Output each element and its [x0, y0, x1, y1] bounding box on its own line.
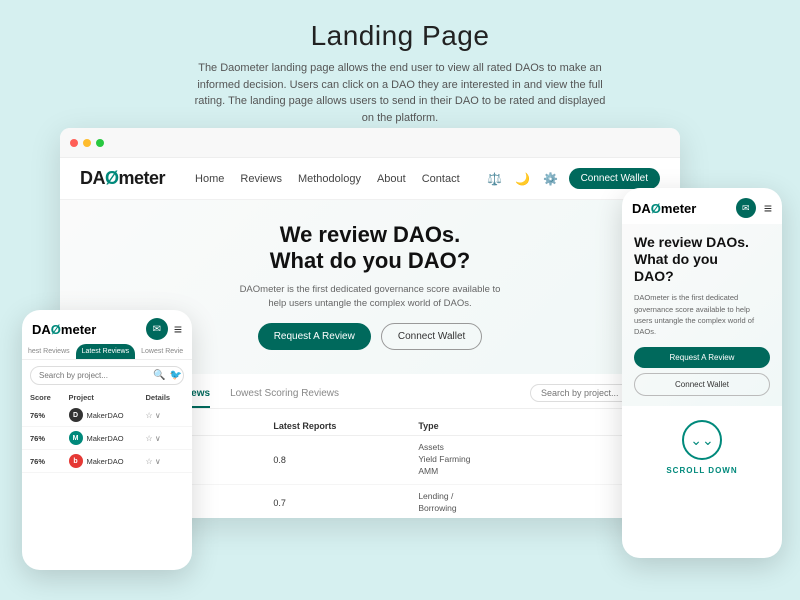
browser-dot-close: [70, 139, 78, 147]
mobile-left-menu-icon[interactable]: ≡: [174, 321, 182, 337]
row-star-2[interactable]: ☆ ∨: [146, 434, 185, 443]
mobile-right-hero: We review DAOs. What do you DAO? DAOmete…: [622, 224, 782, 406]
mobile-right-request-btn[interactable]: Request A Review: [634, 347, 770, 368]
nav-methodology[interactable]: Methodology: [298, 173, 361, 185]
mobile-right-logo: DAØmeter: [632, 201, 732, 216]
connect-wallet-hero-button[interactable]: Connect Wallet: [381, 323, 482, 350]
mobile-right-title: We review DAOs. What do you DAO?: [634, 234, 770, 284]
mobile-left-logo: DAØmeter: [32, 322, 140, 337]
row-icon-1: D: [69, 408, 83, 422]
row-icon-3: b: [69, 454, 83, 468]
search-icon: 🔍: [153, 370, 165, 381]
mobile-left-tabs: hest Reviews Latest Reviews Lowest Revie: [22, 344, 192, 360]
nav-contact[interactable]: Contact: [422, 173, 460, 185]
row-icon-2: M: [69, 431, 83, 445]
site-navbar: DAØmeter Home Reviews Methodology About …: [60, 158, 680, 200]
nav-about[interactable]: About: [377, 173, 406, 185]
browser-dot-fullscreen: [96, 139, 104, 147]
mobile-table-header: Score Project Details: [22, 391, 192, 404]
page-title: Landing Page: [0, 20, 800, 52]
mobile-right-email-icon[interactable]: ✉: [736, 198, 756, 218]
tab-highest[interactable]: hest Reviews: [22, 344, 76, 359]
mobile-left-email-icon[interactable]: ✉: [146, 318, 168, 340]
row-star-1[interactable]: ☆ ∨: [146, 411, 185, 420]
nav-home[interactable]: Home: [195, 173, 224, 185]
tab-lowest[interactable]: Lowest Revie: [135, 344, 189, 359]
mobile-right-mockup: DAØmeter ✉ ≡ We review DAOs. What do you…: [622, 188, 782, 558]
mobile-right-navbar: DAØmeter ✉ ≡: [622, 188, 782, 224]
mobile-right-menu-icon[interactable]: ≡: [764, 200, 772, 216]
scroll-down-area: ⌄⌄ SCROLL DOWN: [622, 406, 782, 483]
page-header: Landing Page The Daometer landing page a…: [0, 0, 800, 138]
chevron-down-icon: ⌄⌄: [690, 433, 713, 447]
mobile-search-input[interactable]: [39, 371, 149, 380]
tab-latest[interactable]: Latest Reviews: [76, 344, 135, 359]
browser-dot-minimize: [83, 139, 91, 147]
hero-title: We review DAOs. What do you DAO?: [80, 222, 660, 275]
scroll-down-label: SCROLL DOWN: [622, 466, 782, 475]
mobile-right-connect-btn[interactable]: Connect Wallet: [634, 373, 770, 396]
row-star-3[interactable]: ☆ ∨: [146, 457, 185, 466]
type-cell: AssetsYield FarmingAMM: [418, 442, 611, 478]
scale-icon: ⚖️: [485, 169, 505, 189]
browser-chrome: [60, 128, 680, 158]
request-review-button[interactable]: Request A Review: [258, 323, 371, 350]
type-cell: Lending /Borrowing: [418, 491, 611, 515]
mobile-right-subtitle: DAOmeter is the first dedicated governan…: [634, 292, 770, 337]
nav-actions: ⚖️ 🌙 ⚙️ Connect Wallet: [485, 168, 660, 189]
mobile-table-row: 76% M MakerDAO ☆ ∨: [22, 427, 192, 450]
mobile-search-bar[interactable]: 🔍 🐦: [30, 366, 184, 385]
hero-subtitle: DAOmeter is the first dedicated governan…: [230, 283, 510, 312]
settings-icon: ⚙️: [541, 169, 561, 189]
nav-links: Home Reviews Methodology About Contact: [195, 173, 460, 185]
moon-icon: 🌙: [513, 169, 533, 189]
connect-wallet-button[interactable]: Connect Wallet: [569, 168, 660, 189]
tab-lowest-scoring[interactable]: Lowest Scoring Reviews: [230, 384, 339, 408]
scroll-down-circle[interactable]: ⌄⌄: [682, 420, 722, 460]
mobile-left-navbar: DAØmeter ✉ ≡: [22, 310, 192, 344]
nav-reviews[interactable]: Reviews: [240, 173, 282, 185]
mobile-left-mockup: DAØmeter ✉ ≡ hest Reviews Latest Reviews…: [22, 310, 192, 570]
mobile-table-row: 76% D MakerDAO ☆ ∨: [22, 404, 192, 427]
page-subtitle: The Daometer landing page allows the end…: [190, 60, 610, 126]
twitter-filter-icon: 🐦: [169, 370, 181, 381]
site-logo: DAØmeter: [80, 168, 165, 189]
mobile-table-row: 76% b MakerDAO ☆ ∨: [22, 450, 192, 473]
